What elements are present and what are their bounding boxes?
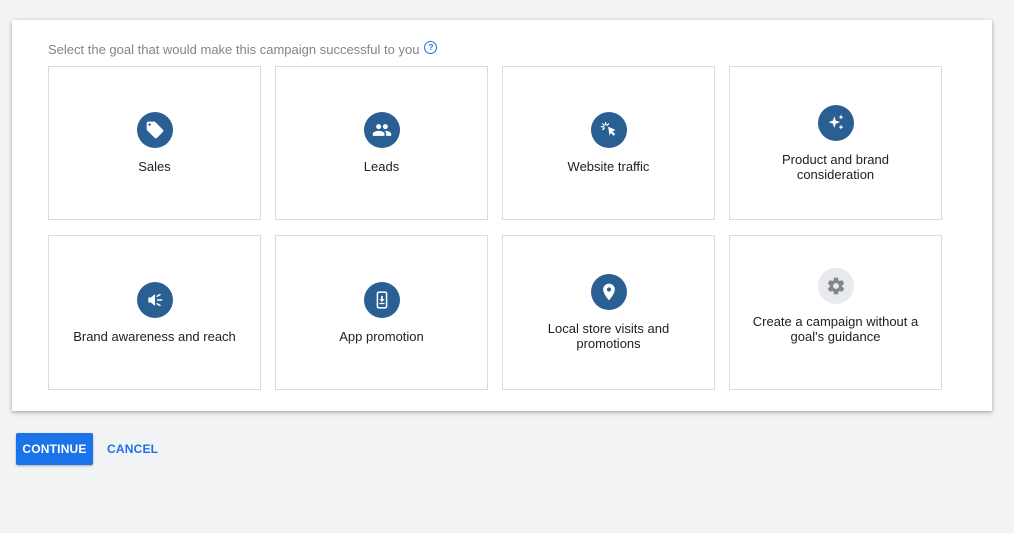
goal-tile-app-promotion[interactable]: App promotion [275, 235, 488, 390]
goal-label: Leads [363, 159, 400, 174]
phone-download-icon [363, 281, 400, 318]
goal-selection-card: Select the goal that would make this cam… [12, 20, 992, 411]
goal-prompt: Select the goal that would make this cam… [48, 41, 438, 57]
people-icon [363, 112, 400, 148]
megaphone-icon [136, 281, 173, 318]
goal-tile-local-store-visits[interactable]: Local store visits and promotions [502, 235, 715, 390]
goal-prompt-text: Select the goal that would make this cam… [48, 42, 420, 57]
goal-label: Sales [138, 159, 171, 174]
goal-tile-sales[interactable]: Sales [48, 66, 261, 220]
goal-tile-product-brand-consideration[interactable]: Product and brand consideration [729, 66, 942, 220]
goal-grid: Sales Leads Website traffic Product and … [48, 66, 942, 390]
goal-label: App promotion [339, 328, 424, 344]
sparkle-icon [817, 104, 854, 141]
goal-label: Product and brand consideration [782, 151, 889, 182]
continue-button[interactable]: CONTINUE [16, 433, 93, 465]
goal-label: Website traffic [567, 159, 650, 174]
gear-icon [817, 267, 854, 304]
goal-label: Brand awareness and reach [73, 328, 236, 344]
goal-tile-no-guidance[interactable]: Create a campaign without a goal's guida… [729, 235, 942, 390]
location-pin-icon [590, 274, 627, 310]
goal-label: Create a campaign without a goal's guida… [752, 313, 919, 344]
cursor-click-icon [590, 112, 627, 148]
goal-tile-brand-awareness[interactable]: Brand awareness and reach [48, 235, 261, 390]
tag-icon [136, 112, 173, 148]
cancel-button[interactable]: CANCEL [99, 433, 166, 465]
goal-tile-leads[interactable]: Leads [275, 66, 488, 220]
help-icon[interactable]: ? [424, 41, 438, 54]
goal-label: Local store visits and promotions [547, 321, 670, 351]
goal-tile-website-traffic[interactable]: Website traffic [502, 66, 715, 220]
